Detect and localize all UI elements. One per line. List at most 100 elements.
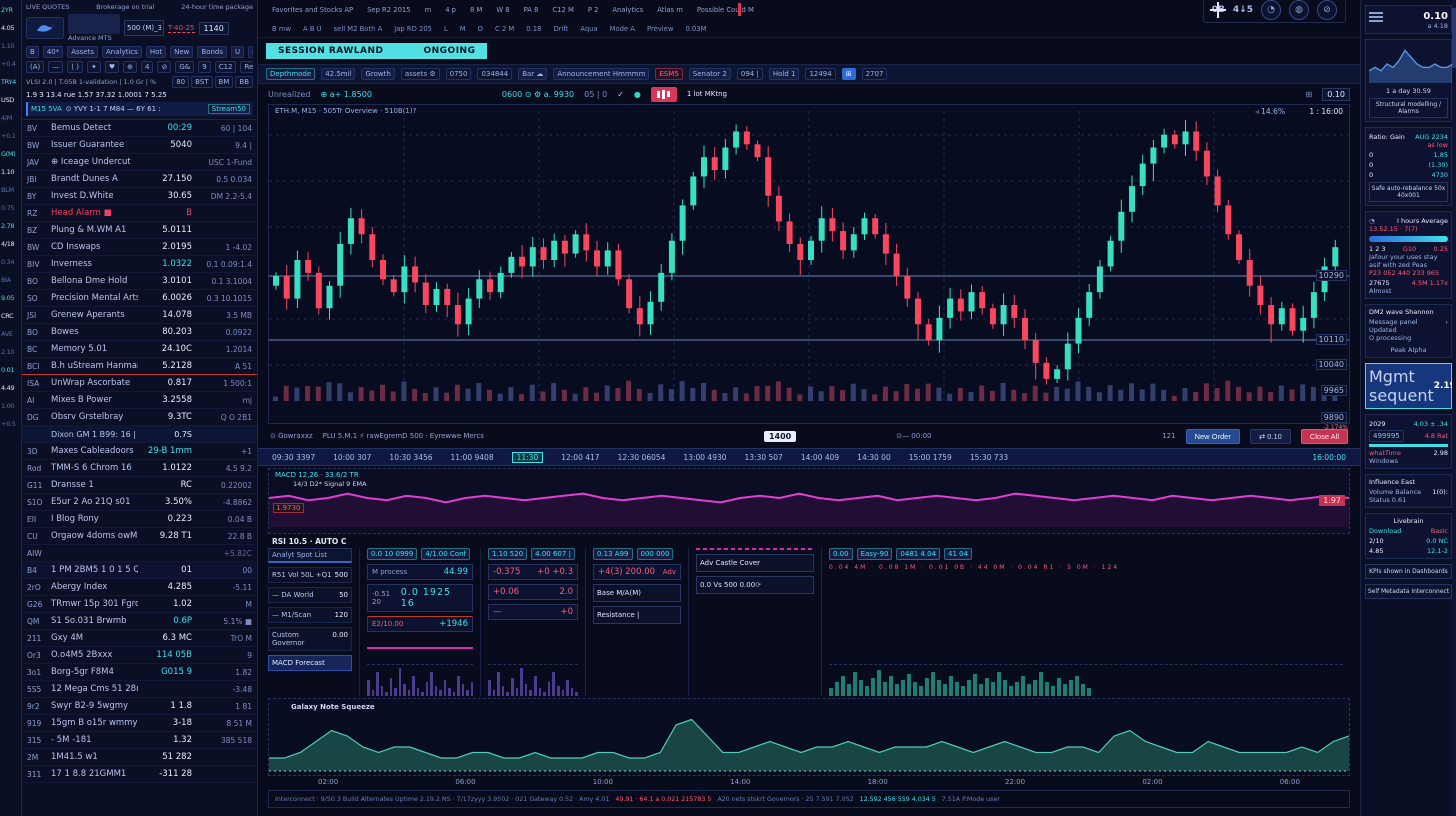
timeline-tick[interactable]: 13:30 507	[745, 453, 783, 462]
toolbar-chip[interactable]: Senator 2	[689, 68, 731, 80]
menu-item[interactable]: Possible Could M	[697, 6, 754, 14]
watch-row[interactable]: 3o1Borg-5gr F8M4G015 91.82	[22, 664, 257, 681]
edge-ticker-item[interactable]: 9.05	[1, 294, 20, 302]
menu-item[interactable]: 8 M	[470, 6, 482, 14]
watch-row[interactable]: BCMemory 5.0124.10C1.2014	[22, 341, 257, 358]
toolbar-chip[interactable]: 42.5mil	[321, 68, 355, 80]
macd-forecast-item[interactable]: MACD Forecast	[268, 655, 352, 671]
timeline-tick[interactable]: 14:30 00	[857, 453, 891, 462]
watch-row[interactable]: JSIGrenew Aperants14.0783.5 MB	[22, 307, 257, 324]
edge-ticker-item[interactable]: 0.34	[1, 258, 20, 266]
timeline-tick[interactable]: 11:00 9408	[451, 453, 494, 462]
menu-item[interactable]: Analytics	[612, 6, 643, 14]
menu-item[interactable]: Atlas m	[657, 6, 683, 14]
meta-chip[interactable]: BB	[235, 76, 253, 88]
edge-ticker-item[interactable]: BIA	[1, 276, 20, 284]
watch-row[interactable]: 211Gxy 4M6.3 MCTrO M	[22, 630, 257, 647]
timeline-tick[interactable]: 13:00 4930	[683, 453, 726, 462]
timeline-bar[interactable]: 09:30 339710:00 30710:30 345611:00 94081…	[258, 448, 1360, 466]
menu-icon[interactable]	[1369, 12, 1383, 22]
watch-row[interactable]: B41 PM 2BM5 1 0 1 5 Q0100	[22, 562, 257, 579]
menu-item[interactable]: W 8	[496, 6, 509, 14]
new-order-button[interactable]: New Order	[1186, 429, 1240, 444]
watch-row[interactable]: BVBemus Detect00:2960 | 104	[22, 120, 257, 137]
watch-row[interactable]: QMS1 So.031 Brwmb0.6P5.1% ■	[22, 613, 257, 630]
lot-stepper-button[interactable]: ⇄ 0.10	[1250, 429, 1291, 444]
menu-item[interactable]: P 2	[588, 6, 599, 14]
watch-row[interactable]: SOPrecision Mental Arts6.00260.3 10.1015	[22, 290, 257, 307]
submenu-item[interactable]: M	[460, 25, 466, 33]
message-panel-row[interactable]: Message panel›	[1369, 318, 1448, 326]
watch-row[interactable]: Or3O.o4M5 2Bxxx114 05B9	[22, 647, 257, 664]
timeline-tick[interactable]: 10:00 307	[333, 453, 371, 462]
watch-mini-row[interactable]: R51 Vol 50L +Q1500	[268, 567, 352, 583]
header-glyph-button[interactable]: 4↓5	[1233, 5, 1253, 15]
edge-ticker-strip[interactable]: 2YR4.051.10+0.4TRY4USD4/M+0.1G(M)1.10BLM…	[0, 0, 22, 816]
toolbar-chip[interactable]: Announcement Hmmmm	[553, 68, 649, 80]
edge-ticker-item[interactable]: TRY4	[1, 78, 20, 86]
watch-row[interactable]: G26TRmwr 15p 301 Fgrox1.02M	[22, 596, 257, 613]
sidebar-tool-icon[interactable]: G&	[175, 61, 194, 73]
watch-row[interactable]: BYInvest D.White30.65DM 2.2-5.4	[22, 188, 257, 205]
submenu-item[interactable]: 0.03M	[685, 25, 706, 33]
modelling-button[interactable]: Structural modelling / Alarms	[1369, 98, 1448, 118]
timeline-tick[interactable]: 12:00 417	[561, 453, 599, 462]
sidebar-tool-icon[interactable]: 4	[141, 61, 153, 73]
watch-row[interactable]: 9r2Swyr B2-9 5wgmy1 1.81 81	[22, 698, 257, 715]
sidebar-tab-chip[interactable]: Hot	[146, 46, 166, 58]
watch-row[interactable]: 91915gm B o15r wmmy3-188 51 M	[22, 715, 257, 732]
toolbar-chip[interactable]: 0750	[446, 68, 472, 80]
watch-row[interactable]: AIW+5.82C	[22, 545, 257, 562]
time-toggle[interactable]: ⊙— 00:00	[896, 432, 931, 440]
watch-row[interactable]: ISAUnWrap Ascorbate0.8171 500:1	[22, 375, 257, 392]
toolbar-chip[interactable]: Bar ☁	[518, 68, 547, 80]
watch-row[interactable]: JAV⊕ Iceage UndercutUSC 1-Fund	[22, 154, 257, 171]
menu-item[interactable]: m	[425, 6, 432, 14]
rebalance-button[interactable]: Safe auto-rebalance 50x 40x001	[1369, 182, 1448, 202]
edge-ticker-item[interactable]: CRC	[1, 312, 20, 320]
watch-row[interactable]: BWIssuer Guarantee50409.4 |	[22, 137, 257, 154]
watch-row[interactable]: BCIB.h uStream Hanmar5.2128A 51	[22, 358, 257, 375]
menu-item[interactable]: C12 M	[552, 6, 573, 14]
highlight-metric-box[interactable]: Mgmt sequent 2.19	[1365, 363, 1452, 409]
toolbar-chip[interactable]: 034844	[477, 68, 512, 80]
sidebar-tool-icon[interactable]: ⊘	[157, 61, 171, 73]
edge-ticker-item[interactable]: +0.1	[1, 132, 20, 140]
submenu-item[interactable]: Aqua	[580, 25, 597, 33]
watch-row[interactable]: S1OE5ur 2 Ao 21Q s013.50%-4.8862	[22, 494, 257, 511]
submenu-item[interactable]: L	[444, 25, 448, 33]
menu-item[interactable]: Favorites and Stocks AP	[272, 6, 353, 14]
watch-row[interactable]: JBIBrandt Dunes A27.1500.5 0.034	[22, 171, 257, 188]
edge-ticker-item[interactable]: 2YR	[1, 6, 20, 14]
submenu-item[interactable]: 0.18	[526, 25, 541, 33]
card-chip[interactable]: 0481 4.04	[896, 548, 940, 560]
sidebar-tab-chip[interactable]: B	[26, 46, 39, 58]
submenu-item[interactable]: Mode A	[610, 25, 635, 33]
card-chip[interactable]: 000 000	[637, 548, 674, 560]
toolbar-chip[interactable]: Hold 1	[769, 68, 800, 80]
watch-row[interactable]: RodTMM-S 6 Chrom 161.01224.5 9.2	[22, 460, 257, 477]
edge-ticker-item[interactable]: 4/18	[1, 240, 20, 248]
edge-ticker-item[interactable]: +0.4	[1, 60, 20, 68]
watch-mini-row[interactable]: — M1/Scan120	[268, 607, 352, 623]
candlestick-chart[interactable]: ETH.M, M15 · 505Tr Overview · 510B(1)? 1…	[268, 104, 1350, 424]
lot-size-box[interactable]: 0.10	[1322, 88, 1350, 101]
watch-row[interactable]: 5S512 Mega Cms 51 28r 4.21-3.48	[22, 681, 257, 698]
watch-row[interactable]: 31117 1 8.8 21GMM1-311 28	[22, 766, 257, 783]
timeline-tick[interactable]: 15:00 1759	[909, 453, 952, 462]
meta-chip[interactable]: BST	[191, 76, 212, 88]
edge-ticker-item[interactable]: 4.05	[1, 24, 20, 32]
watch-row[interactable]: 2M1M41.5 w151 282	[22, 749, 257, 766]
edge-ticker-item[interactable]: G(M)	[1, 150, 20, 158]
card-chip[interactable]: 41 04	[944, 548, 972, 560]
edge-ticker-item[interactable]: AVE	[1, 330, 20, 338]
submenu-item[interactable]: B mw	[272, 25, 291, 33]
watch-row[interactable]: DGObsrv Grstelbray9.3TCQ O 2B1	[22, 409, 257, 426]
card-chip[interactable]: 1.10 520	[488, 548, 527, 560]
watch-row[interactable]: BIVInverness1.03220.1 0.09:1.4	[22, 256, 257, 273]
toolbar-chip[interactable]: ESM5	[655, 68, 682, 80]
meta-chip[interactable]: 80	[172, 76, 189, 88]
watch-row[interactable]: Dixon GM 1 B99: 16 | 00.040.7S	[22, 426, 257, 443]
toolbar-chip[interactable]: assets ⚙	[401, 68, 440, 80]
scale-tag[interactable]: 1400	[764, 431, 796, 442]
